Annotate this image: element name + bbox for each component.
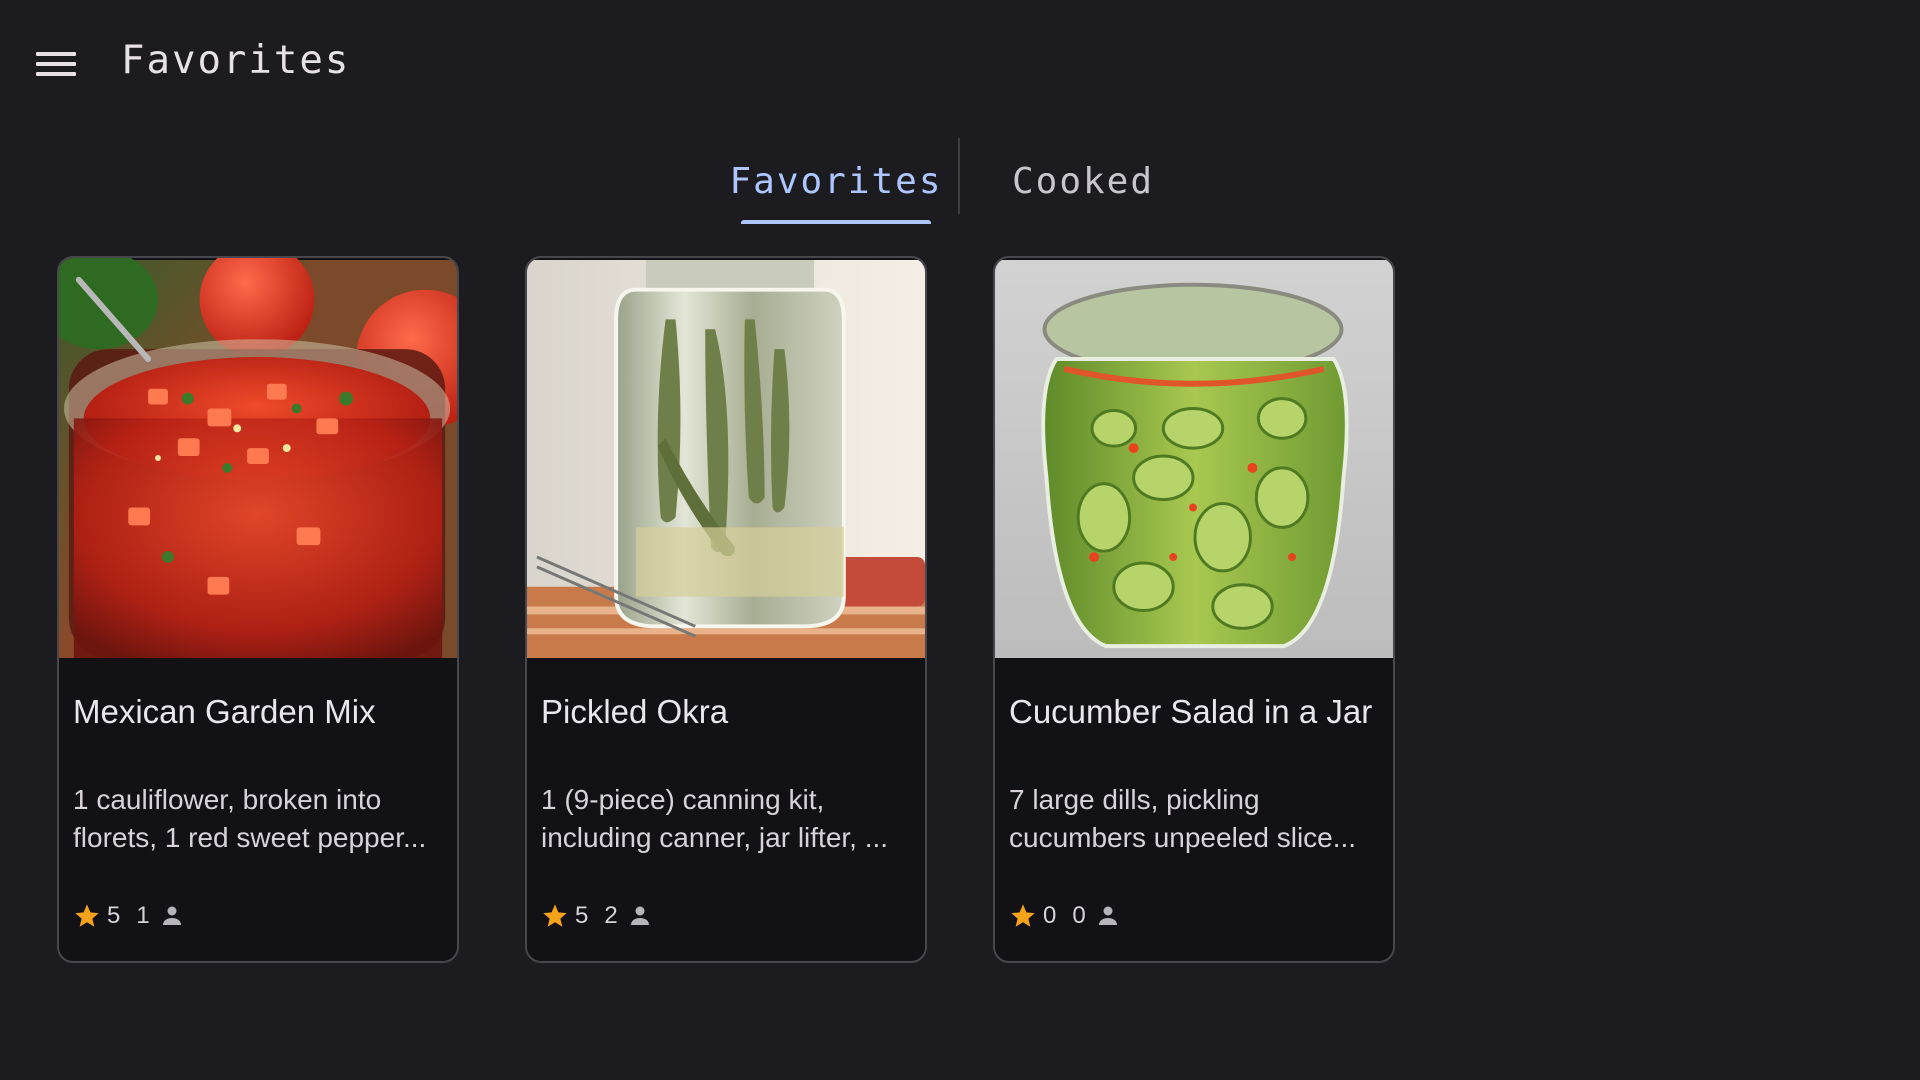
- recipe-image-salsa: [59, 258, 457, 658]
- tab-divider: [958, 138, 960, 214]
- tab-cooked[interactable]: Cooked: [990, 138, 1176, 224]
- recipe-title: Cucumber Salad in a Jar: [1009, 693, 1373, 730]
- recipe-rating: 5: [107, 902, 121, 929]
- recipe-description: 1 (9-piece) canning kit, including canne…: [541, 784, 889, 853]
- menu-icon-line: [36, 62, 76, 66]
- recipe-card[interactable]: Cucumber Salad in a Jar 7 large dills, p…: [993, 256, 1395, 963]
- recipe-meta: 0 0: [1009, 902, 1120, 930]
- tab-cooked-label: Cooked: [1011, 160, 1155, 202]
- tab-favorites-label: Favorites: [729, 160, 943, 202]
- menu-icon-line: [36, 72, 76, 76]
- top-app-bar: Favorites: [0, 0, 1920, 126]
- recipe-meta: 5 1: [73, 902, 184, 930]
- person-icon: [162, 906, 181, 925]
- recipe-title: Mexican Garden Mix: [73, 693, 376, 730]
- recipe-description: 7 large dills, pickling cucumbers unpeel…: [1009, 784, 1357, 853]
- star-icon: [75, 904, 99, 927]
- tab-favorites[interactable]: Favorites: [729, 138, 941, 224]
- tab-bar: Favorites Cooked: [0, 138, 1920, 224]
- person-icon: [1098, 906, 1117, 925]
- page-title: Favorites: [121, 38, 351, 83]
- recipe-image-cucumber: [995, 260, 1393, 658]
- menu-icon-line: [36, 52, 76, 56]
- recipe-meta: 5 2: [541, 902, 652, 930]
- recipe-rating: 5: [575, 902, 589, 929]
- recipe-cooked-count: 2: [604, 902, 618, 929]
- recipe-cooked-count: 1: [136, 902, 150, 929]
- recipe-image-okra: [527, 260, 925, 658]
- recipe-cooked-count: 0: [1072, 902, 1086, 929]
- recipe-title: Pickled Okra: [541, 693, 729, 730]
- recipe-card[interactable]: Mexican Garden Mix 1 cauliflower, broken…: [57, 256, 459, 963]
- menu-icon[interactable]: [30, 44, 82, 84]
- star-icon: [1011, 904, 1035, 927]
- tab-active-indicator: [741, 220, 931, 224]
- star-icon: [543, 904, 567, 927]
- person-icon: [630, 906, 649, 925]
- recipe-card[interactable]: Pickled Okra 1 (9-piece) canning kit, in…: [525, 256, 927, 963]
- recipe-description: 1 cauliflower, broken into florets, 1 re…: [73, 784, 427, 853]
- recipe-rating: 0: [1043, 902, 1057, 929]
